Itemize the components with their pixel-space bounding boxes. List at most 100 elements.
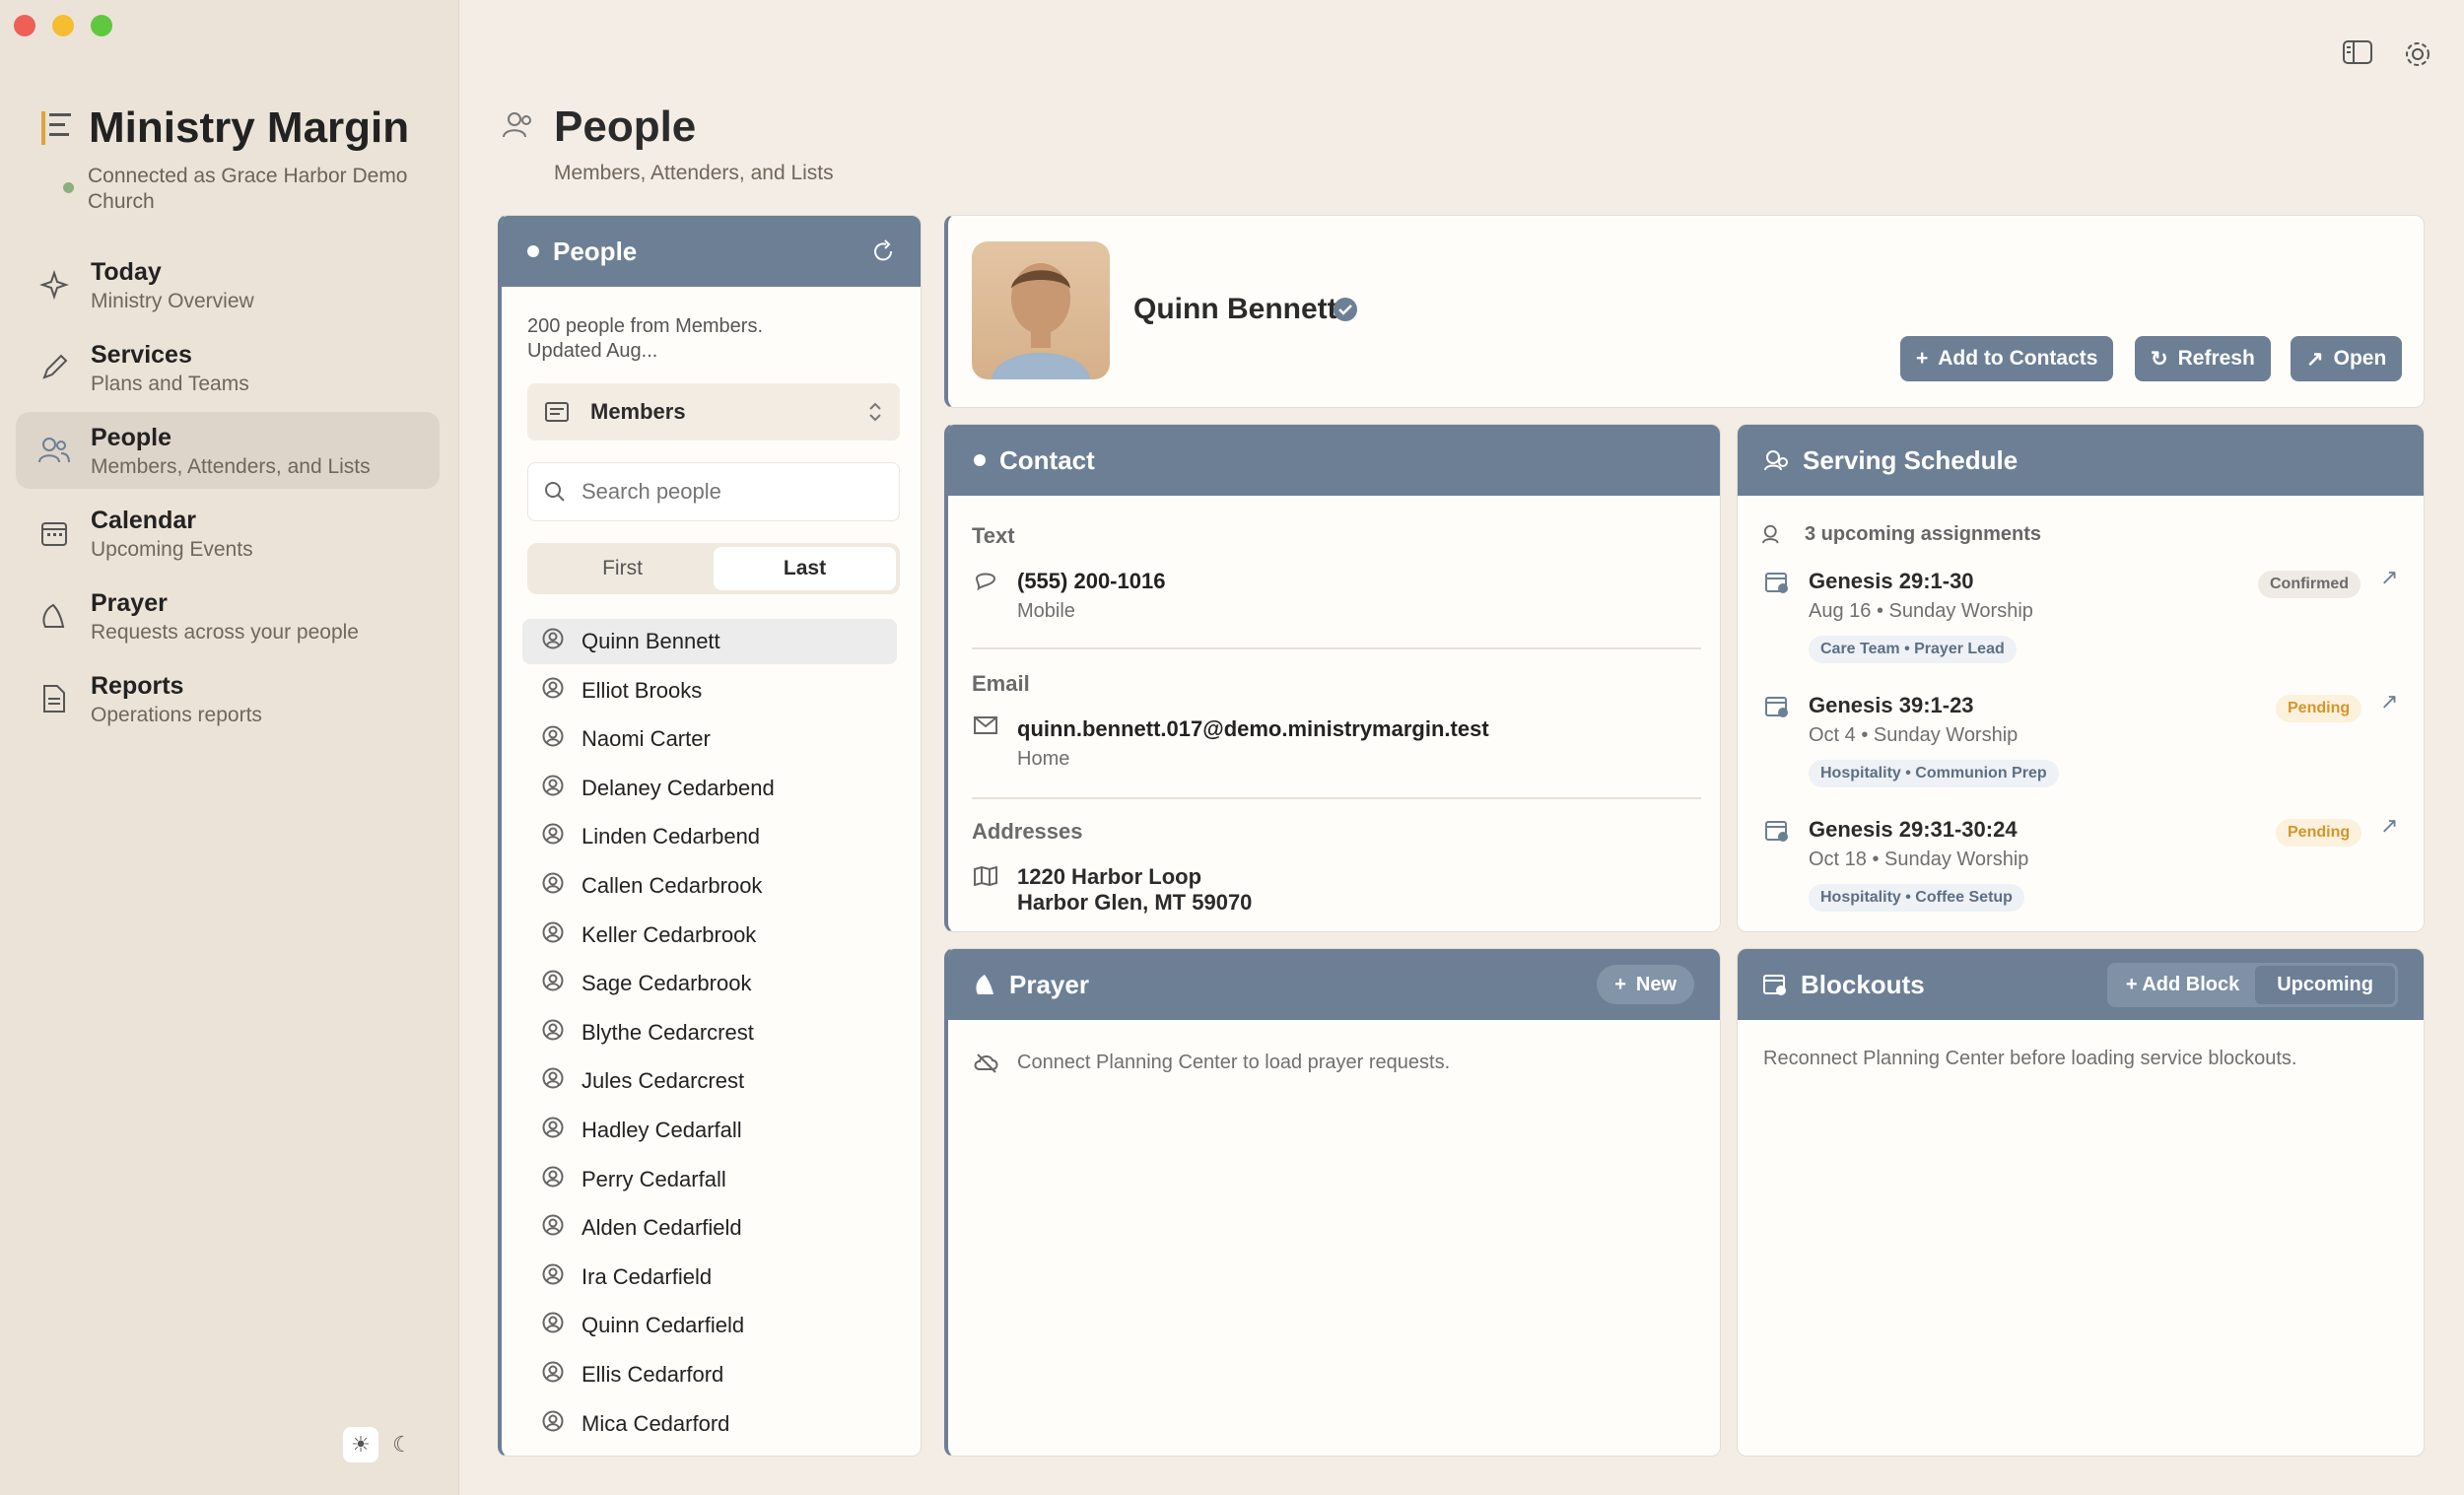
add-block-button[interactable]: + Add Block [2110,966,2255,1004]
open-button[interactable]: ↗ Open [2291,336,2403,381]
external-link-icon: ↗ [2306,347,2324,371]
contact-header: Contact [948,425,1720,496]
person-avatar-icon [542,1214,564,1242]
person-row[interactable]: Perry Cedarfall [522,1157,897,1202]
assignment-count: 3 upcoming assignments [1805,523,2042,545]
external-link-icon[interactable]: ↗ [2380,689,2398,714]
blockouts-segmented-control: + Add Block Upcoming [2106,962,2398,1007]
profile-name: Quinn Bennett [1133,293,1337,325]
status-badge: Confirmed [2258,571,2361,598]
person-name: Elliot Brooks [582,677,703,703]
plus-icon: + [1614,973,1626,995]
message-bubble-icon [975,573,996,590]
person-name: Quinn Cedarfield [582,1313,745,1338]
assignment-item[interactable]: Genesis 29:31-30:24 Oct 18 • Sunday Wors… [1738,811,2424,931]
calendar-check-icon [1765,697,1788,717]
person-avatar-icon [542,775,564,802]
assignment-item[interactable]: Genesis 39:1-23 Oct 4 • Sunday Worship H… [1738,687,2424,811]
person-avatar-icon [542,1117,564,1144]
team-badge: Hospitality • Coffee Setup [1809,884,2024,912]
refresh-icon: ↻ [2151,347,2168,371]
address-block[interactable]: 1220 Harbor Loop Harbor Glen, MT 59070 [1017,864,1252,923]
person-row[interactable]: Sage Cedarbrook [522,961,897,1006]
person-row[interactable]: Keller Cedarbrook [522,913,897,958]
cloud-offline-icon [974,1053,998,1073]
add-to-contacts-label: Add to Contacts [1938,347,2098,370]
person-row[interactable]: Ellis Cedarford [522,1352,897,1397]
map-icon [974,866,997,886]
person-name: Ira Cedarfield [582,1263,713,1289]
person-avatar-icon [542,970,564,997]
phone-type: Mobile [1017,600,1075,622]
contact-title: Contact [999,444,1095,475]
person-avatar-icon [542,1067,564,1095]
assignment-title: Genesis 29:1-30 [1809,569,1974,593]
person-row[interactable]: Alden Cedarfield [522,1205,897,1251]
open-label: Open [2333,347,2387,370]
prayer-header: Prayer + New [948,949,1720,1020]
person-name: Blythe Cedarcrest [582,1019,754,1045]
divider [972,647,1701,649]
person-row[interactable]: Callen Cedarbrook [522,863,897,909]
add-to-contacts-button[interactable]: + Add to Contacts [1900,336,2114,381]
calendar-check-icon [1765,821,1788,842]
email-type: Home [1017,748,1070,770]
person-name: Quinn Bennett [582,629,720,653]
person-name: Mica Cedarford [582,1410,730,1436]
person-name: Ellis Cedarford [582,1362,724,1387]
person-name: Sage Cedarbrook [582,971,752,996]
person-name: Keller Cedarbrook [582,921,757,947]
person-avatar-icon [542,872,564,900]
person-name: Jules Cedarcrest [582,1068,745,1094]
email-label: Email [972,671,1030,696]
prayer-panel: Prayer + New Connect Planning Center to l… [944,948,1721,1457]
person-row[interactable]: Linden Cedarbend [522,814,897,859]
person-row[interactable]: Ira Cedarfield [522,1255,897,1300]
person-avatar-icon [542,823,564,850]
refresh-button[interactable]: ↻ Refresh [2135,336,2271,381]
schedule-title: Serving Schedule [1803,444,2019,475]
person-avatar-icon [542,677,564,705]
person-name: Delaney Cedarbend [582,775,775,800]
email-address[interactable]: quinn.bennett.017@demo.ministrymargin.te… [1017,716,1489,742]
envelope-icon [974,716,997,734]
dot-icon [974,454,986,466]
blockouts-panel: Blockouts + Add Block Upcoming Reconnect… [1737,948,2425,1457]
people-swap-icon [1764,450,1788,471]
assignment-title: Genesis 29:31-30:24 [1809,817,2018,842]
people-icon [1762,524,1779,544]
serving-schedule-panel: Serving Schedule 3 upcoming assignments … [1737,424,2425,932]
person-row[interactable]: Elliot Brooks [522,668,897,714]
avatar [972,241,1110,379]
person-row[interactable]: Naomi Carter [522,716,897,762]
assignment-item[interactable]: Genesis 29:1-30 Aug 16 • Sunday Worship … [1738,563,2424,687]
person-row[interactable]: Mica Cedarford [522,1401,897,1447]
upcoming-tab[interactable]: Upcoming [2255,965,2395,1004]
calendar-check-icon [1765,573,1788,593]
new-prayer-label: New [1635,973,1677,995]
address-line-2: Harbor Glen, MT 59070 [1017,890,1253,915]
person-row[interactable]: Blythe Cedarcrest [522,1010,897,1055]
addresses-label: Addresses [972,819,1083,844]
person-avatar-icon [542,1410,564,1438]
external-link-icon[interactable]: ↗ [2380,813,2398,839]
person-row[interactable]: Jules Cedarcrest [522,1058,897,1104]
person-avatar-icon [542,725,564,753]
team-badge: Care Team • Prayer Lead [1809,636,2017,663]
blockouts-header: Blockouts + Add Block Upcoming [1738,949,2424,1020]
phone-number[interactable]: (555) 200-1016 [1017,569,1165,594]
new-prayer-button[interactable]: + New [1597,965,1694,1004]
person-row[interactable]: Quinn Cedarfield [522,1303,897,1348]
person-row[interactable]: Delaney Cedarbend [522,766,897,811]
external-link-icon[interactable]: ↗ [2380,565,2398,590]
person-row[interactable]: Quinn Bennett [522,619,897,664]
person-name: Hadley Cedarfall [582,1118,742,1142]
blockouts-message: Reconnect Planning Center before loading… [1763,1048,2297,1069]
person-name: Alden Cedarfield [582,1215,742,1241]
plus-icon: + [1916,347,1929,370]
contact-panel: Contact Text (555) 200-1016 Mobile Email… [944,424,1721,932]
verified-badge-icon [1334,298,1357,321]
prayer-title: Prayer [1009,969,1089,999]
person-row[interactable]: Hadley Cedarfall [522,1108,897,1153]
person-avatar-icon [542,1263,564,1291]
